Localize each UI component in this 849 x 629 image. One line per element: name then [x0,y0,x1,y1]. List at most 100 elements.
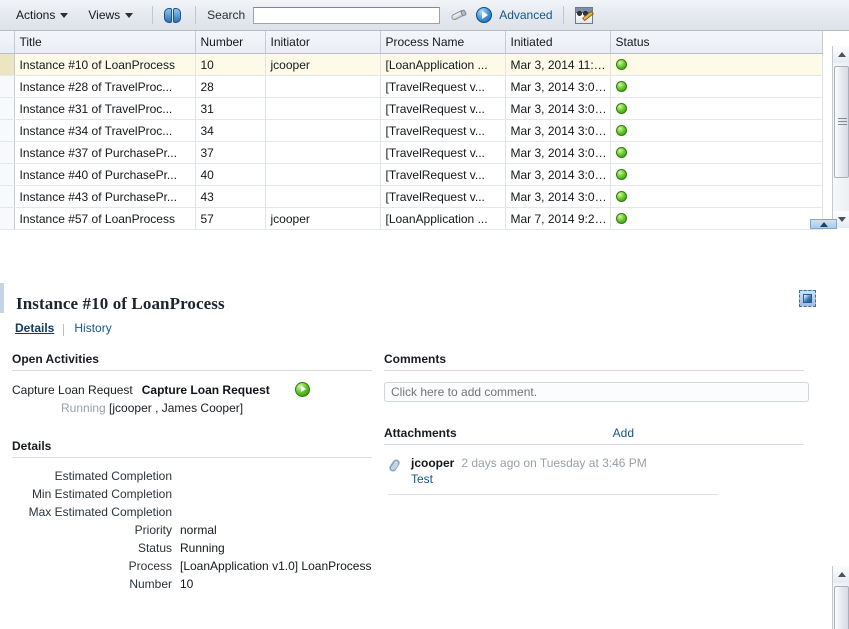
instances-table-region: Title Number Initiator Process Name Init… [0,31,849,228]
attachment-item: jcooper2 days ago on Tuesday at 3:46 PMT… [384,456,804,486]
column-header-number[interactable]: Number [195,31,265,54]
cell-process-name: [TravelRequest v... [380,164,505,186]
comments-heading: Comments [384,352,804,371]
cell-title: Instance #34 of TravelProc... [14,120,195,142]
detail-vertical-scrollbar[interactable] [832,566,849,629]
scroll-up-button[interactable] [833,46,849,63]
cell-process-name: [TravelRequest v... [380,142,505,164]
cell-title: Instance #43 of PurchasePr... [14,186,195,208]
cell-status [610,54,822,76]
cell-title: Instance #37 of PurchasePr... [14,142,195,164]
details-heading: Details [12,439,372,458]
column-header-status[interactable]: Status [610,31,822,54]
cell-process-name: [TravelRequest v... [380,120,505,142]
detail-field-label: Max Estimated Completion [12,505,180,519]
cell-initiator [265,142,380,164]
row-handle[interactable] [0,76,14,98]
table-row[interactable]: Instance #10 of LoanProcess10jcooper[Loa… [0,54,822,76]
detail-body: Open Activities Capture Loan Request Cap… [0,338,832,595]
detail-field-row: StatusRunning [12,541,372,555]
row-handle[interactable] [0,142,14,164]
tab-history[interactable]: History [73,321,120,338]
actions-menu[interactable]: Actions [8,5,76,25]
cell-number: 28 [195,76,265,98]
scrollbar-thumb[interactable] [834,66,849,178]
cell-initiator: jcooper [265,54,380,76]
attachments-heading: Attachments [384,426,457,440]
row-handle[interactable] [0,164,14,186]
row-handle[interactable] [0,186,14,208]
comment-input[interactable] [384,382,809,402]
refresh-icon[interactable] [164,6,184,24]
column-header-process-name[interactable]: Process Name [380,31,505,54]
tab-separator [63,324,64,336]
cell-status [610,208,822,230]
detail-field-value: [LoanApplication v1.0] LoanProcess [180,559,371,573]
cell-number: 43 [195,186,265,208]
table-row[interactable]: Instance #28 of TravelProc...28[TravelRe… [0,76,822,98]
advanced-link[interactable]: Advanced [499,8,552,22]
detail-field-value: 10 [180,577,193,591]
detail-field-value: normal [180,523,217,537]
scrollbar-thumb[interactable] [834,586,849,629]
status-badge [616,191,627,202]
column-header-initiated[interactable]: Initiated [505,31,610,54]
table-row[interactable]: Instance #34 of TravelProc...34[TravelRe… [0,120,822,142]
triangle-up-icon [820,222,828,227]
detail-left-column: Open Activities Capture Loan Request Cap… [0,352,372,595]
row-handle[interactable] [0,98,14,120]
instance-detail-panel: Instance #10 of LoanProcess Details Hist… [0,283,832,629]
cell-status [610,98,822,120]
row-handle[interactable] [0,208,14,230]
scroll-up-button[interactable] [833,566,849,583]
row-handle[interactable] [0,120,14,142]
activity-state: Running [61,401,106,415]
tab-details[interactable]: Details [14,321,63,338]
status-badge [616,103,627,114]
cell-initiator [265,186,380,208]
toolbar: Actions Views Search Advanced [0,0,849,31]
search-input[interactable] [253,7,440,24]
play-circle-icon[interactable] [295,382,310,397]
row-handle[interactable] [0,54,14,76]
status-badge [616,59,627,70]
cell-initiator [265,120,380,142]
cell-title: Instance #28 of TravelProc... [14,76,195,98]
detail-field-row: Prioritynormal [12,523,372,537]
search-label: Search [207,8,245,22]
triangle-down-icon [838,217,846,222]
saved-search-edit-icon[interactable] [575,7,593,24]
column-header-title[interactable]: Title [14,31,195,54]
play-icon[interactable] [476,7,492,23]
splitter-collapse-button[interactable] [810,219,837,229]
section-gap [12,415,372,439]
detail-field-label: Process [12,559,180,573]
cell-initiated: Mar 3, 2014 3:09 ... [505,142,610,164]
cell-status [610,142,822,164]
detail-field-label: Estimated Completion [12,469,180,483]
add-attachment-link[interactable]: Add [613,426,804,440]
detail-right-column: Comments Attachments Add jcooper2 days a… [372,352,804,595]
eraser-icon[interactable] [450,7,468,23]
column-header-initiator[interactable]: Initiator [265,31,380,54]
cell-status [610,186,822,208]
maximize-icon[interactable] [799,290,816,307]
status-badge [616,147,627,158]
cell-number: 40 [195,164,265,186]
table-row[interactable]: Instance #37 of PurchasePr...37[TravelRe… [0,142,822,164]
table-row[interactable]: Instance #57 of LoanProcess57jcooper[Loa… [0,208,822,230]
table-row[interactable]: Instance #31 of TravelProc...31[TravelRe… [0,98,822,120]
toolbar-separator [563,6,564,24]
detail-field-label: Status [12,541,180,555]
attachment-file-link[interactable]: Test [411,472,647,486]
cell-status [610,120,822,142]
paperclip-icon [388,458,403,474]
detail-field-label: Min Estimated Completion [12,487,180,501]
details-field-list: Estimated Completion Min Estimated Comple… [12,469,372,591]
cell-number: 57 [195,208,265,230]
table-vertical-scrollbar[interactable] [832,46,849,228]
table-row[interactable]: Instance #40 of PurchasePr...40[TravelRe… [0,164,822,186]
detail-header: Instance #10 of LoanProcess [0,283,832,313]
views-menu[interactable]: Views [80,5,141,25]
table-row[interactable]: Instance #43 of PurchasePr...43[TravelRe… [0,186,822,208]
